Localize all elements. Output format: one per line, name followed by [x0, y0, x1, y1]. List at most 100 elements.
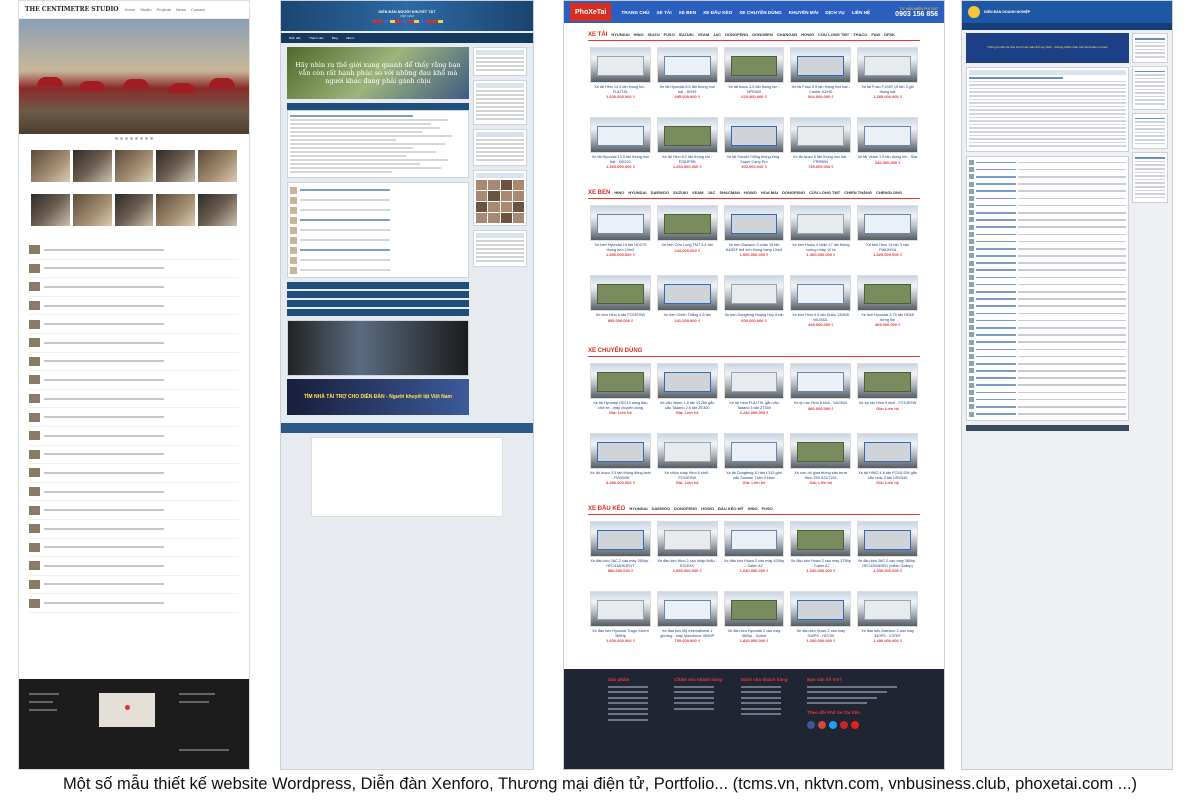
list-item[interactable]: [290, 205, 466, 215]
subcategory-link[interactable]: ĐẦU KÉO MỸ: [718, 506, 744, 511]
gallery-thumb[interactable]: [72, 150, 112, 182]
product-card[interactable]: Xe ben Hino 14 tấn 3 cầu FM8JNSA 1.825.00…: [857, 205, 918, 269]
category-title[interactable]: XE ĐẦU KÉO: [588, 506, 625, 512]
business-logo-icon[interactable]: [968, 6, 980, 18]
product-name[interactable]: Xe ben Hyundai 3.75 tấn HD65 bửng lồn: [857, 313, 918, 322]
subcategory-link[interactable]: DONGBEN: [752, 32, 772, 37]
product-name[interactable]: Xe đầu kéo Howo 2 cầu máy 340PS - HD790: [790, 629, 851, 638]
portfolio-nav-item[interactable]: Contact: [191, 7, 205, 12]
product-image[interactable]: [723, 117, 785, 153]
list-item[interactable]: [290, 265, 466, 275]
product-name[interactable]: Xe tải HINO 4.6 tấn FC9JLSW gắn cẩu Unic…: [857, 471, 918, 480]
slider-dots[interactable]: [19, 134, 249, 142]
product-image[interactable]: [857, 117, 918, 153]
language-flags[interactable]: [371, 19, 443, 23]
product-image[interactable]: [790, 433, 852, 469]
list-item[interactable]: [29, 408, 239, 427]
portfolio-logo[interactable]: THE CENTIMETRE STUDIO: [25, 6, 119, 13]
gallery-thumb[interactable]: [198, 194, 237, 226]
pinterest-icon[interactable]: [840, 721, 849, 729]
forum-photo-strip[interactable]: [287, 320, 469, 376]
list-item[interactable]: [29, 315, 239, 334]
product-image[interactable]: [723, 363, 785, 399]
list-item[interactable]: [969, 324, 1127, 331]
portfolio-nav-item[interactable]: Projects: [157, 7, 171, 12]
list-item[interactable]: [969, 195, 1127, 202]
product-card[interactable]: Xe tải Suzuki 740kg thùng lửng - Super C…: [723, 117, 785, 181]
list-item[interactable]: [969, 166, 1127, 173]
product-image[interactable]: [857, 363, 918, 399]
product-card[interactable]: Xe cứu hộ giao thông sàn trượt Hino 250 …: [790, 433, 852, 497]
product-card[interactable]: Xe chữa cháy Hino 6 khối - FC9JESW Giá: L…: [656, 433, 718, 497]
shop-menu-item[interactable]: TRANG CHỦ: [621, 10, 649, 15]
product-name[interactable]: Xe đầu kéo Howo 2 cầu máy 375hp - Cabin …: [790, 559, 851, 568]
product-card[interactable]: Xe cẩu Veam 1.8 tấn V1260 gắn cẩu Tadano…: [656, 363, 718, 427]
product-card[interactable]: Xe ben Chiến Thắng 4.6 tấn 241.000.000 ₫: [656, 275, 718, 339]
portfolio-nav-item[interactable]: News: [176, 7, 186, 12]
product-name[interactable]: Xe đầu kéo Howo 2 cầu máy 420hp - Cabin …: [724, 559, 785, 568]
product-card[interactable]: Xe đầu kéo JAC 2 cầu máy 380hp - HFC4253…: [857, 521, 918, 585]
forum-nav-item[interactable]: Diễn đàn: [289, 36, 301, 40]
list-item[interactable]: [29, 241, 239, 260]
gallery-thumb[interactable]: [114, 150, 154, 182]
subcategory-link[interactable]: FUSO: [664, 32, 675, 37]
product-image[interactable]: [857, 205, 918, 241]
product-image[interactable]: [857, 591, 918, 627]
forum-section-header[interactable]: [287, 300, 469, 307]
list-item[interactable]: [969, 209, 1127, 216]
product-image[interactable]: [656, 117, 718, 153]
gallery-thumb[interactable]: [156, 194, 196, 226]
product-card[interactable]: Xe đầu kéo Mỹ International 1 giường - m…: [656, 591, 718, 655]
product-name[interactable]: Xe tải Dongfeng 10 tấn L315 gắn cẩu Soos…: [724, 471, 785, 480]
list-item[interactable]: [969, 281, 1127, 288]
list-item[interactable]: [969, 389, 1127, 396]
product-image[interactable]: [656, 591, 718, 627]
gallery-thumb[interactable]: [31, 150, 70, 182]
product-image[interactable]: [723, 591, 785, 627]
list-item[interactable]: [969, 252, 1127, 259]
product-image[interactable]: [656, 47, 718, 83]
subcategory-link[interactable]: HYUNDAI: [611, 32, 629, 37]
list-item[interactable]: [969, 267, 1127, 274]
product-name[interactable]: Xe tải Isuzu 3.5 tấn thùng đông lạnh - F…: [590, 471, 651, 480]
product-name[interactable]: Xe tải Hyundai HD210 sàng đầu chở xe - m…: [590, 401, 651, 410]
subcategory-link[interactable]: HYUNDAI: [629, 506, 647, 511]
product-card[interactable]: Xe ben Hino 6 tấn FC9JESW 855.000.000 ₫: [590, 275, 651, 339]
list-item[interactable]: [29, 520, 239, 539]
list-item[interactable]: [29, 557, 239, 576]
product-card[interactable]: Xe đầu kéo JAC 2 cầu máy 260hp - HFC4180…: [590, 521, 651, 585]
list-item[interactable]: [969, 353, 1127, 360]
shop-menu-item[interactable]: XE BEN: [679, 10, 696, 15]
subcategory-link[interactable]: DFSK: [884, 32, 895, 37]
product-image[interactable]: [790, 363, 852, 399]
product-image[interactable]: [656, 205, 718, 241]
shop-hotline[interactable]: TƯ VẤN MIỄN PHÍ 24/7 0903 156 856: [895, 7, 938, 18]
product-card[interactable]: Xe ben Cửu Long TMT 3.4 tấn 243.000.000 ₫: [656, 205, 718, 269]
twitter-icon[interactable]: [829, 721, 838, 729]
product-card[interactable]: Xe tải Hyundai 13.5 tấn thùng mui bạt - …: [590, 117, 651, 181]
list-item[interactable]: [290, 255, 466, 265]
product-image[interactable]: [590, 275, 651, 311]
product-name[interactable]: Xe tải Hyundai 6.5 tấn thùng mui bạt - H…: [657, 85, 718, 94]
gallery-thumb[interactable]: [31, 194, 70, 226]
subcategory-link[interactable]: HOWO: [701, 506, 714, 511]
product-image[interactable]: [857, 433, 918, 469]
forum-section-header[interactable]: [287, 282, 469, 289]
list-item[interactable]: [29, 390, 239, 409]
product-name[interactable]: Xe cứu hộ giao thông sàn trượt Hino 250 …: [790, 471, 851, 480]
list-item[interactable]: [290, 245, 466, 255]
list-item[interactable]: [969, 382, 1127, 389]
product-image[interactable]: [723, 433, 785, 469]
subcategory-link[interactable]: DAEWOO: [652, 506, 670, 511]
forum-nav-item[interactable]: Blog: [332, 36, 338, 40]
list-item[interactable]: [29, 334, 239, 353]
category-title[interactable]: XE TẢI: [588, 32, 607, 38]
shop-menu-item[interactable]: KHUYẾN MÃI: [789, 10, 819, 15]
gallery-thumb[interactable]: [156, 150, 196, 182]
product-card[interactable]: Xe ben Daewoo 3 chân 15 tấn K4DEF thể tí…: [723, 205, 785, 269]
list-item[interactable]: [29, 278, 239, 297]
product-image[interactable]: [590, 363, 651, 399]
forum-section-header[interactable]: [287, 103, 469, 110]
list-item[interactable]: [969, 360, 1127, 367]
subcategory-link[interactable]: HINO: [634, 32, 644, 37]
